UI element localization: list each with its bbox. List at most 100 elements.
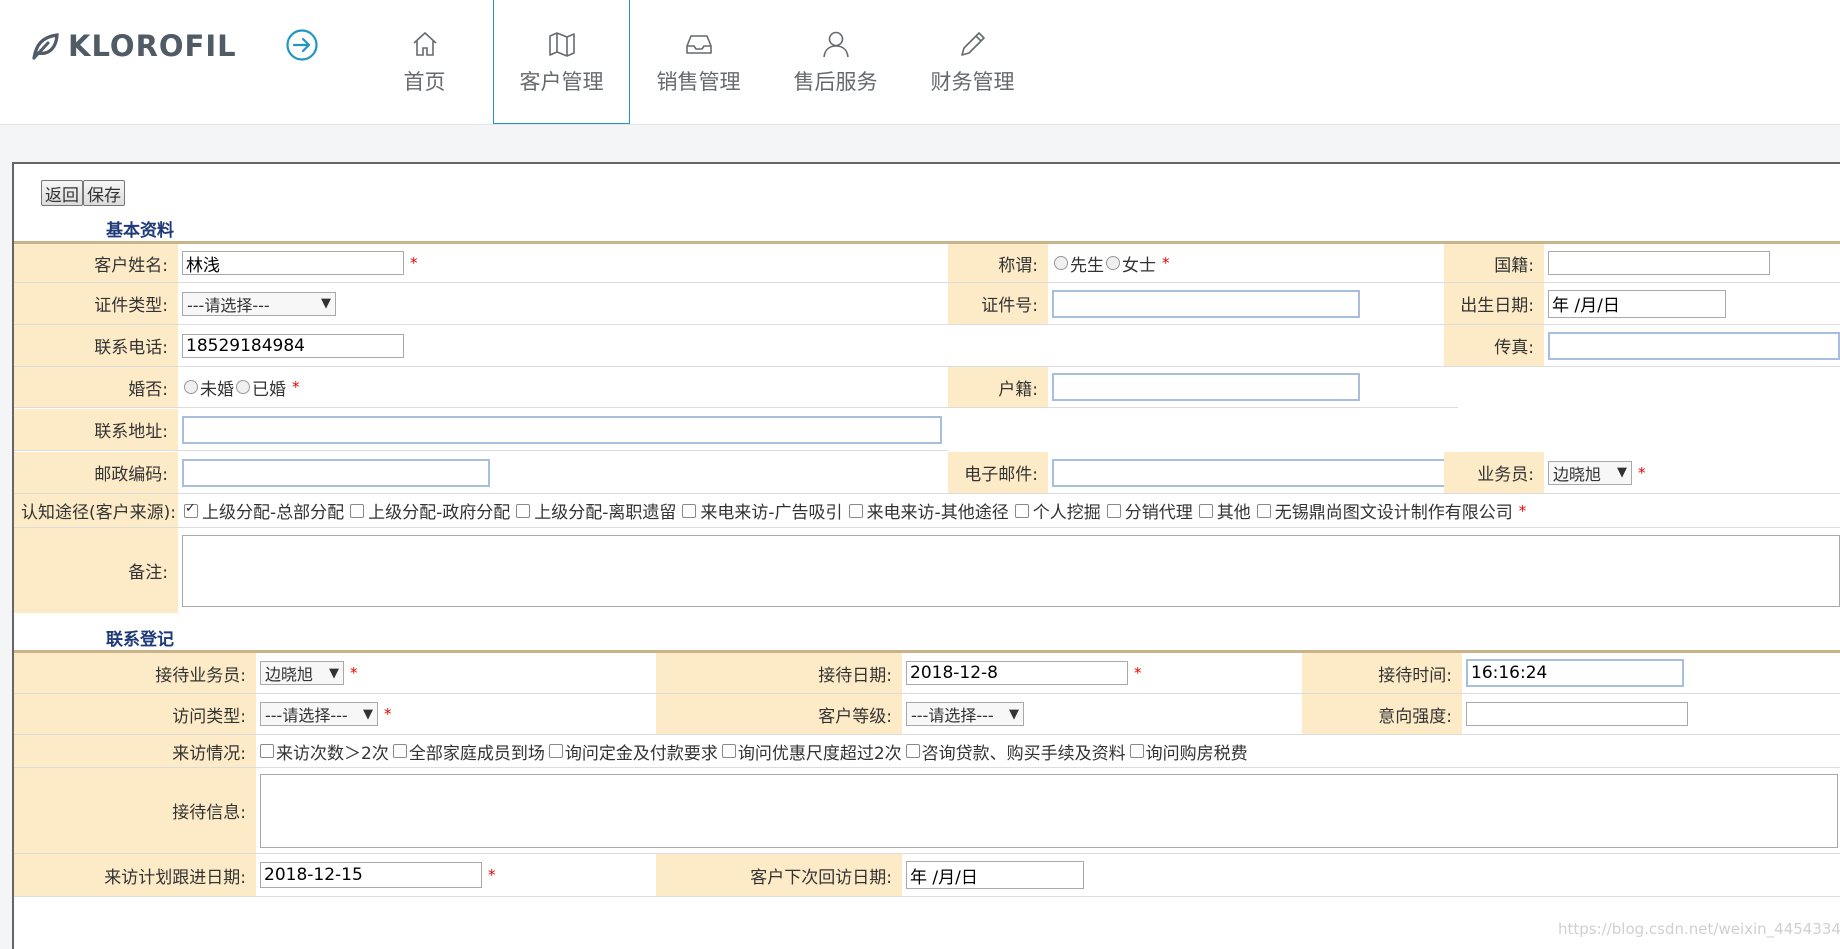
source-checkbox-6[interactable] bbox=[1106, 503, 1121, 518]
required-mark: * bbox=[1134, 664, 1142, 682]
visit-status-checkbox-5[interactable] bbox=[1129, 744, 1144, 758]
next-visit-label: 客户下次回访日期: bbox=[656, 854, 902, 896]
visit-type-select[interactable]: ---请选择--- ▼ bbox=[260, 702, 378, 726]
form-row-id: 证件类型: ---请选择--- ▼ 证件号: 出生日期: 年 /月/日 bbox=[14, 283, 1840, 325]
hukou-label: 户籍: bbox=[948, 367, 1048, 408]
plan-date-label: 来访计划跟进日期: bbox=[14, 854, 256, 896]
form-row-source: 认知途径(客户来源): 上级分配-总部分配 上级分配-政府分配 上级分配-离职遗… bbox=[14, 494, 1840, 528]
recept-time-label: 接待时间: bbox=[1302, 653, 1462, 693]
nav-item-customer[interactable]: 客户管理 bbox=[493, 0, 630, 124]
form-row-name: 客户姓名: 林浅 * 称谓: 先生 女士 * 国籍: bbox=[14, 244, 1840, 283]
intent-input[interactable] bbox=[1466, 702, 1688, 726]
address-input[interactable] bbox=[182, 415, 942, 444]
id-type-cell: ---请选择--- ▼ bbox=[178, 283, 948, 324]
save-button[interactable]: 保存 bbox=[83, 180, 125, 206]
visit-type-select-value: ---请选择--- bbox=[265, 706, 348, 725]
form-row-recept-info: 接待信息: bbox=[14, 768, 1840, 854]
nav-item-finance[interactable]: 财务管理 bbox=[904, 0, 1041, 124]
source-option-label: 个人挖掘 bbox=[1032, 503, 1101, 523]
recept-info-textarea[interactable] bbox=[260, 773, 1838, 848]
source-checkbox-2[interactable] bbox=[516, 503, 531, 518]
next-visit-date-input[interactable]: 年 /月/日 bbox=[906, 861, 1084, 889]
recept-staff-select[interactable]: 边晓旭 ▼ bbox=[260, 661, 344, 685]
radio-unmarried[interactable] bbox=[184, 380, 198, 394]
fax-label: 传真: bbox=[1444, 325, 1544, 366]
nav-item-home[interactable]: 首页 bbox=[356, 0, 493, 124]
inbox-icon bbox=[685, 35, 712, 54]
marital-label: 婚否: bbox=[14, 367, 178, 408]
radio-ms[interactable] bbox=[1106, 256, 1120, 270]
required-mark: * bbox=[1162, 254, 1170, 272]
zip-input[interactable] bbox=[182, 458, 490, 487]
visit-status-option-label: 询问定金及付款要求 bbox=[564, 743, 718, 764]
nationality-input[interactable] bbox=[1548, 251, 1770, 275]
dropdown-arrow-icon: ▼ bbox=[321, 296, 331, 311]
phone-input[interactable]: 18529184984 bbox=[182, 333, 404, 358]
source-checkbox-3[interactable] bbox=[682, 503, 697, 518]
source-checkbox-0[interactable] bbox=[184, 501, 198, 518]
back-button[interactable]: 返回 bbox=[41, 180, 83, 206]
level-label: 客户等级: bbox=[656, 694, 902, 734]
name-cell: 林浅 * bbox=[178, 244, 962, 282]
logo[interactable]: KLOROFIL bbox=[30, 26, 237, 66]
watermark: https://blog.csdn.net/weixin_44543349 bbox=[1558, 920, 1840, 938]
id-type-select[interactable]: ---请选择--- ▼ bbox=[182, 291, 336, 316]
plan-date-input[interactable]: 2018-12-15 bbox=[260, 862, 482, 888]
salesman-select[interactable]: 边晓旭 ▼ bbox=[1548, 460, 1632, 485]
visit-status-checkbox-2[interactable] bbox=[548, 744, 563, 758]
title-cell: 先生 女士 * bbox=[1048, 244, 1458, 282]
remark-textarea[interactable] bbox=[182, 534, 1840, 607]
source-checkbox-5[interactable] bbox=[1014, 503, 1029, 518]
recept-time-input[interactable]: 16:16:24 bbox=[1466, 659, 1684, 687]
radio-married[interactable] bbox=[236, 380, 250, 394]
address-label: 联系地址: bbox=[14, 409, 178, 451]
visit-status-option-label: 询问优惠尺度超过2次 bbox=[737, 743, 902, 764]
title-label: 称谓: bbox=[948, 244, 1048, 282]
required-mark: * bbox=[292, 378, 300, 396]
marital-cell: 未婚 已婚 * bbox=[178, 367, 948, 408]
radio-mr[interactable] bbox=[1054, 256, 1068, 270]
fax-input[interactable] bbox=[1548, 331, 1840, 360]
nav-label: 售后服务 bbox=[793, 70, 878, 94]
recept-time-cell: 16:16:24 bbox=[1462, 653, 1840, 693]
recept-date-input[interactable]: 2018-12-8 bbox=[906, 661, 1128, 685]
nav-label: 客户管理 bbox=[519, 70, 604, 94]
pencil-icon bbox=[960, 32, 985, 56]
id-no-input[interactable] bbox=[1052, 289, 1360, 318]
radio-married-label: 已婚 bbox=[252, 379, 286, 400]
visit-status-checkbox-3[interactable] bbox=[721, 744, 736, 758]
required-mark: * bbox=[1518, 501, 1527, 520]
birth-date-input[interactable]: 年 /月/日 bbox=[1548, 289, 1726, 318]
name-input[interactable]: 林浅 bbox=[182, 251, 404, 276]
source-checkbox-4[interactable] bbox=[848, 503, 863, 518]
visit-status-checkbox-1[interactable] bbox=[392, 744, 407, 758]
salesman-select-value: 边晓旭 bbox=[1553, 464, 1602, 484]
dropdown-arrow-icon: ▼ bbox=[1617, 465, 1627, 480]
required-mark: * bbox=[1638, 463, 1646, 482]
birth-cell: 年 /月/日 bbox=[1544, 283, 1840, 324]
level-select[interactable]: ---请选择--- ▼ bbox=[906, 702, 1024, 726]
nav-label: 首页 bbox=[403, 70, 446, 94]
email-input[interactable] bbox=[1052, 458, 1450, 487]
source-checkbox-8[interactable] bbox=[1256, 503, 1271, 518]
salesman-label: 业务员: bbox=[1444, 452, 1544, 493]
email-label: 电子邮件: bbox=[948, 452, 1048, 493]
recept-staff-label: 接待业务员: bbox=[14, 653, 256, 693]
source-checkbox-7[interactable] bbox=[1198, 503, 1213, 518]
source-option-label: 来电来访-广告吸引 bbox=[700, 503, 843, 523]
source-option-label: 来电来访-其他途径 bbox=[866, 503, 1009, 523]
phone-label: 联系电话: bbox=[14, 325, 178, 366]
visit-status-checkbox-0[interactable] bbox=[260, 744, 274, 758]
hukou-input[interactable] bbox=[1052, 373, 1360, 401]
nav-item-aftersales[interactable]: 售后服务 bbox=[767, 0, 904, 124]
source-checkbox-1[interactable] bbox=[350, 503, 365, 518]
sidebar-toggle-arrow-icon[interactable] bbox=[285, 28, 319, 62]
phone-cell: 18529184984 bbox=[178, 325, 1444, 366]
nav-item-sales[interactable]: 销售管理 bbox=[630, 0, 767, 124]
plan-date-cell: 2018-12-15 * bbox=[256, 854, 656, 896]
top-navbar: KLOROFIL 首页 客户管理 销售管理 售后服务 财务管理 bbox=[0, 0, 1840, 125]
required-mark: * bbox=[350, 664, 358, 682]
recept-staff-select-value: 边晓旭 bbox=[265, 665, 314, 684]
leaf-logo-icon bbox=[32, 33, 59, 60]
visit-status-checkbox-4[interactable] bbox=[905, 744, 920, 758]
